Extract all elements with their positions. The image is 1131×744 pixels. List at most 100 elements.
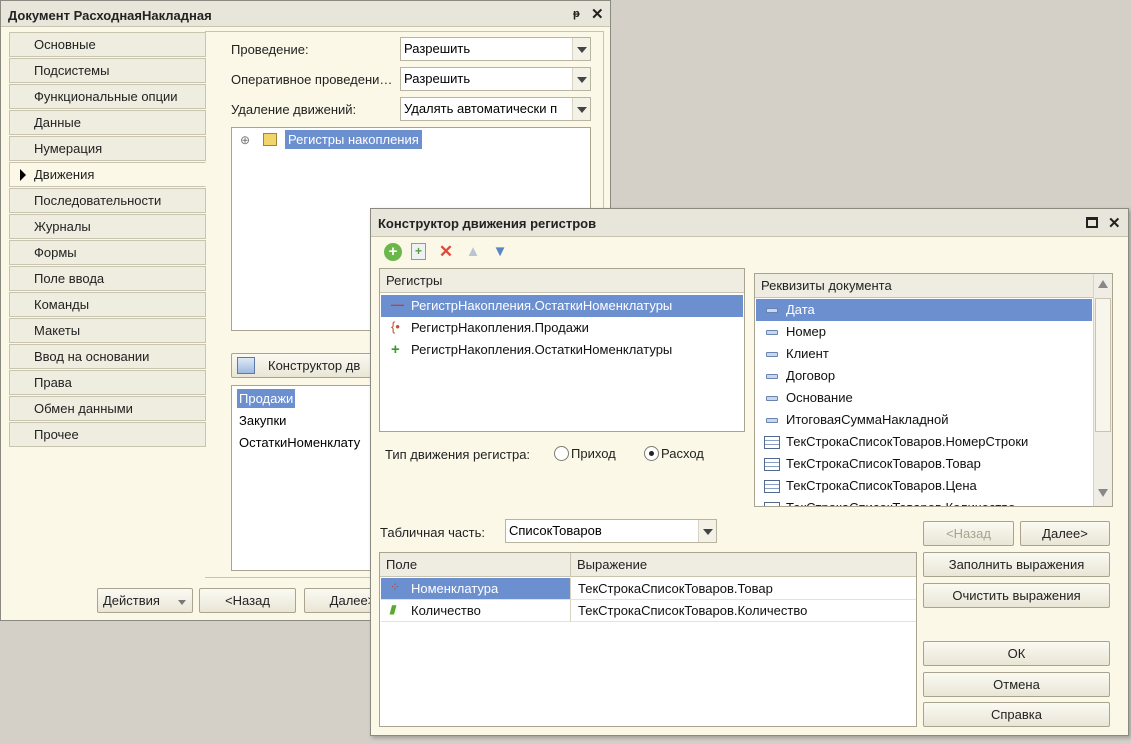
tab-item[interactable]: Последовательности — [9, 188, 206, 213]
movement-type-label: Тип движения регистра: — [385, 447, 531, 462]
ok-button[interactable]: ОК — [923, 641, 1110, 666]
field-expression-table[interactable]: Поле Выражение ⁘ Номенклатура ТекСтрокаСпи… — [379, 552, 917, 727]
tab-item[interactable]: Подсистемы — [9, 58, 206, 83]
tab-item[interactable]: Нумерация — [9, 136, 206, 161]
list-item[interactable]: Продажи — [237, 389, 296, 408]
copy-icon[interactable]: + — [411, 243, 426, 260]
delete-icon[interactable]: ✕ — [437, 243, 455, 261]
attribute-name: ТекСтрокаСписокТоваров.Цена — [786, 478, 977, 493]
tree-item-accumulation-registers[interactable]: Регистры накопления — [285, 130, 422, 149]
attributes-header: Реквизиты документа — [755, 274, 1093, 298]
chevron-down-icon[interactable] — [698, 520, 716, 542]
tab-item[interactable]: Ввод на основании — [9, 344, 206, 369]
list-item[interactable]: Закупки — [237, 411, 288, 430]
close-icon[interactable]: ✕ — [591, 5, 604, 23]
move-up-icon[interactable]: ▲ — [464, 243, 482, 261]
help-button[interactable]: Справка — [923, 702, 1110, 727]
register-folder-icon — [263, 133, 277, 146]
tab-item[interactable]: Макеты — [9, 318, 206, 343]
attribute-row[interactable]: ТекСтрокаСписокТоваров.Товар — [756, 453, 1092, 475]
back-button[interactable]: <Назад — [199, 588, 296, 613]
plus-icon: + — [391, 341, 400, 358]
minus-icon: — — [391, 297, 404, 312]
add-icon[interactable]: + — [384, 243, 402, 261]
table-field-icon — [764, 502, 780, 506]
attribute-row[interactable]: Номер — [756, 321, 1092, 343]
tab-item[interactable]: Данные — [9, 110, 206, 135]
movement-constructor-button[interactable]: Конструктор дв — [231, 353, 391, 378]
attribute-row[interactable]: Основание — [756, 387, 1092, 409]
fill-expressions-button[interactable]: Заполнить выражения — [923, 552, 1110, 577]
attribute-row[interactable]: Договор — [756, 365, 1092, 387]
posting-label: Проведение: — [231, 42, 309, 57]
chevron-down-icon[interactable] — [572, 68, 590, 90]
list-item[interactable]: ОстаткиНоменклату — [237, 433, 362, 452]
table-field-icon — [764, 480, 780, 493]
attribute-row[interactable]: ТекСтрокаСписокТоваров.НомерСтроки — [756, 431, 1092, 453]
mapping-expression-cell[interactable]: ТекСтрокаСписокТоваров.Количество — [571, 600, 916, 622]
attribute-row[interactable]: ИтоговаяСуммаНакладной — [756, 409, 1092, 431]
tab-item[interactable]: Формы — [9, 240, 206, 265]
attribute-name: Клиент — [786, 346, 829, 361]
expand-icon[interactable]: ⊕ — [240, 133, 250, 147]
posting-registers-list[interactable]: Продажи Закупки ОстаткиНоменклату — [231, 385, 391, 571]
expense-radio[interactable]: Расход — [644, 446, 704, 461]
constructor-registers-list[interactable]: Регистры — РегистрНакопления.ОстаткиНомен… — [379, 268, 745, 432]
register-name: РегистрНакопления.ОстаткиНоменклатуры — [411, 298, 673, 313]
document-window-title: Документ РасходнаяНакладная — [1, 1, 610, 27]
radio-selected-icon[interactable] — [644, 446, 659, 461]
register-row[interactable]: — РегистрНакопления.ОстаткиНоменклатуры — [381, 295, 743, 317]
realtime-posting-select[interactable]: Разрешить — [400, 67, 591, 91]
tab-item[interactable]: Поле ввода — [9, 266, 206, 291]
radio-icon[interactable] — [554, 446, 569, 461]
maximize-icon[interactable] — [1086, 217, 1098, 228]
tab-item[interactable]: Журналы — [9, 214, 206, 239]
register-row[interactable]: {• РегистрНакопления.Продажи — [381, 317, 743, 339]
scroll-thumb[interactable] — [1095, 298, 1111, 432]
tab-item[interactable]: Прочее — [9, 422, 206, 447]
mapping-field-cell[interactable]: ⁘ Номенклатура — [381, 578, 571, 600]
close-icon[interactable]: ✕ — [1108, 214, 1121, 232]
mapping-field-cell[interactable]: ▮ Количество — [381, 600, 571, 622]
attribute-name: ИтоговаяСуммаНакладной — [786, 412, 949, 427]
attribute-name: ТекСтрокаСписокТоваров.НомерСтроки — [786, 434, 1029, 449]
scroll-down-icon[interactable] — [1098, 489, 1108, 497]
register-row[interactable]: + РегистрНакопления.ОстаткиНоменклатуры — [381, 339, 743, 361]
cancel-button[interactable]: Отмена — [923, 672, 1110, 697]
table-field-icon — [764, 436, 780, 449]
document-attributes-list[interactable]: Реквизиты документа Дата Номер Клиент Догов… — [754, 273, 1113, 507]
mapping-expression-cell[interactable]: ТекСтрокаСписокТоваров.Товар — [571, 578, 916, 600]
tab-item[interactable]: Команды — [9, 292, 206, 317]
attribute-row[interactable]: ТекСтрокаСписокТоваров.Цена — [756, 475, 1092, 497]
table-field-icon — [764, 458, 780, 471]
tab-item[interactable]: Обмен данными — [9, 396, 206, 421]
attributes-scrollbar[interactable] — [1093, 274, 1112, 506]
register-name: РегистрНакопления.Продажи — [411, 320, 589, 335]
move-down-icon[interactable]: ▼ — [491, 243, 509, 261]
tab-item[interactable]: Права — [9, 370, 206, 395]
chevron-down-icon[interactable] — [572, 38, 590, 60]
attribute-row[interactable]: ТекСтрокаСписокТоваров.Количество — [756, 497, 1092, 506]
tab-item[interactable]: Движения — [9, 162, 206, 187]
attribute-row[interactable]: Дата — [756, 299, 1092, 321]
brace-icon: {• — [391, 319, 400, 334]
attribute-name: Номер — [786, 324, 827, 339]
window-title-text: Конструктор движения регистров — [378, 216, 597, 231]
attribute-row[interactable]: Клиент — [756, 343, 1092, 365]
clear-expressions-button[interactable]: Очистить выражения — [923, 583, 1110, 608]
posting-select[interactable]: Разрешить — [400, 37, 591, 61]
tabular-part-label: Табличная часть: — [380, 525, 485, 540]
constructor-next-button[interactable]: Далее> — [1020, 521, 1110, 546]
attribute-icon — [766, 308, 778, 313]
chevron-down-icon[interactable] — [572, 98, 590, 120]
tabular-part-select[interactable]: СписокТоваров — [505, 519, 717, 543]
dimension-icon: ⁘ — [390, 580, 401, 594]
actions-button[interactable]: Действия — [97, 588, 193, 613]
tab-item[interactable]: Основные — [9, 32, 206, 57]
constructor-back-button[interactable]: <Назад — [923, 521, 1014, 546]
scroll-up-icon[interactable] — [1098, 280, 1108, 288]
income-radio[interactable]: Приход — [554, 446, 616, 461]
tab-item[interactable]: Функциональные опции — [9, 84, 206, 109]
pin-icon[interactable]: ᵽ — [573, 8, 580, 20]
delete-movements-select[interactable]: Удалять автоматически п — [400, 97, 591, 121]
